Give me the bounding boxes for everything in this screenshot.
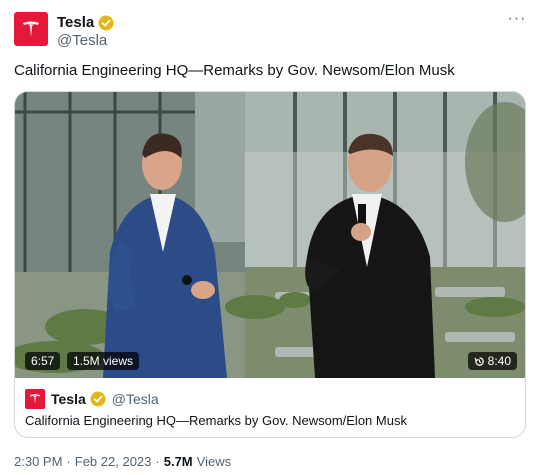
tweet-meta: 2:30 PM · Feb 22, 2023 · 5.7M Views — [14, 454, 231, 469]
meta-separator: · — [66, 454, 71, 469]
handle[interactable]: @Tesla — [57, 32, 107, 49]
meta-separator: · — [155, 454, 160, 469]
verified-badge-icon — [90, 391, 106, 407]
name-row: Tesla — [57, 14, 114, 31]
video-thumbnail — [15, 92, 525, 378]
display-name[interactable]: Tesla — [57, 14, 94, 31]
views-label: Views — [196, 454, 232, 469]
tesla-logo-icon — [23, 21, 39, 37]
tweet-text: California Engineering HQ—Remarks by Gov… — [14, 62, 455, 79]
quote-author-row: Tesla @Tesla — [25, 389, 159, 409]
video-card[interactable]: 6:57 1.5M views 8:40 Tesla @Tesla Califo… — [14, 91, 526, 438]
video-views: 1.5M views — [67, 352, 140, 370]
quote-handle[interactable]: @Tesla — [112, 391, 159, 407]
tweet: Tesla @Tesla ··· California Engineering … — [0, 0, 543, 475]
tesla-logo-icon — [29, 394, 41, 405]
quote-avatar[interactable] — [25, 389, 45, 409]
tweet-date[interactable]: Feb 22, 2023 — [75, 454, 152, 469]
tweet-header: Tesla @Tesla ··· — [14, 11, 529, 52]
tweet-time[interactable]: 2:30 PM — [14, 454, 62, 469]
video-duration: 6:57 — [25, 352, 61, 370]
views-count: 5.7M — [163, 454, 193, 469]
video-timestamp[interactable]: 8:40 — [467, 352, 517, 370]
replay-icon — [474, 356, 484, 366]
more-options-icon[interactable]: ··· — [505, 11, 529, 32]
avatar[interactable] — [14, 12, 48, 46]
video-player[interactable]: 6:57 1.5M views 8:40 — [15, 92, 525, 378]
quote-display-name[interactable]: Tesla — [51, 391, 86, 407]
video-timestamp-label: 8:40 — [487, 354, 511, 368]
verified-badge-icon — [98, 15, 114, 30]
quote-text: California Engineering HQ—Remarks by Gov… — [25, 413, 407, 428]
